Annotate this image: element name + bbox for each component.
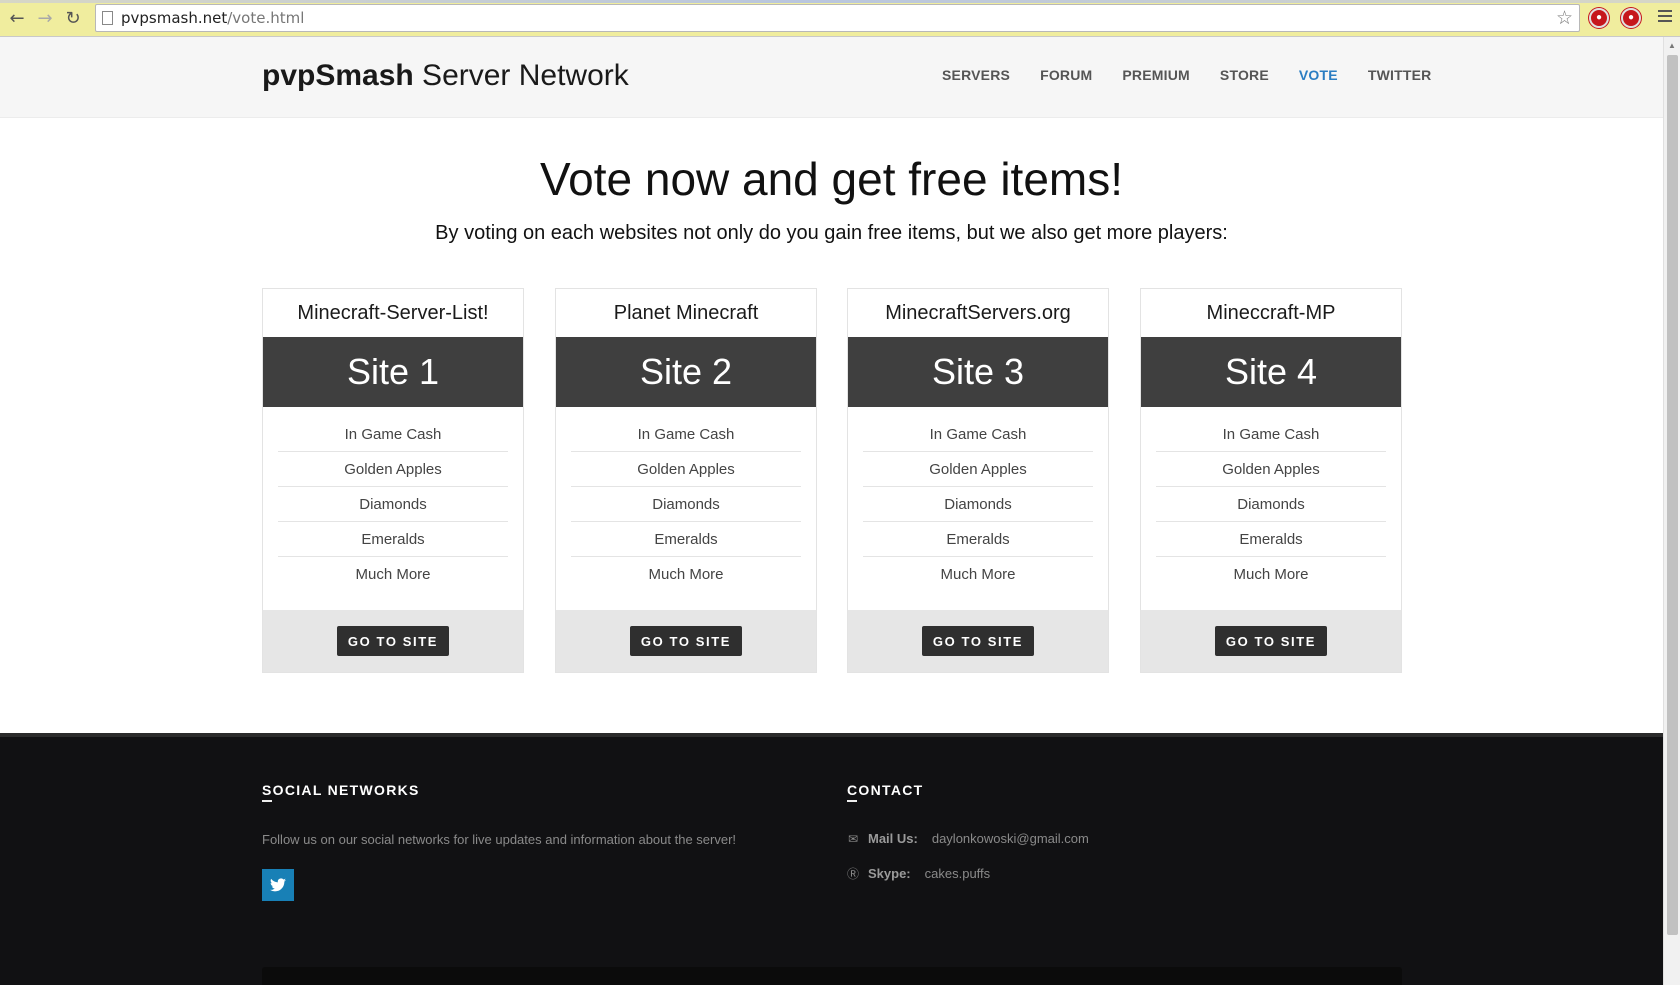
brand-rest: Server Network [413,59,629,92]
list-item: Emeralds [278,522,508,557]
social-heading: SOCIAL NETWORKS [262,782,736,802]
bookmark-star-icon[interactable]: ☆ [1556,7,1573,29]
card-reward-list: In Game Cash Golden Apples Diamonds Emer… [556,407,816,592]
browser-menu-icon[interactable] [1658,10,1672,24]
page-title: Vote now and get free items! [539,153,1124,205]
back-arrow-icon[interactable]: ← [3,4,31,32]
list-item: Golden Apples [571,452,801,487]
card-reward-list: In Game Cash Golden Apples Diamonds Emer… [263,407,523,592]
contact-heading: CONTACT [847,782,1089,802]
vote-card-4: Mineccraft-MP Site 4 In Game Cash Golden… [1140,288,1402,673]
card-site-number: Site 2 [556,337,816,407]
list-item: Golden Apples [278,452,508,487]
extension-block-icon-2[interactable]: ● [1621,8,1641,28]
list-item: Diamonds [863,487,1093,522]
list-item: In Game Cash [571,417,801,452]
card-footer: GO TO SITE [263,610,523,672]
site-brand[interactable]: pvpSmash Server Network [262,59,629,93]
list-item: Diamonds [1156,487,1386,522]
page-scrollbar[interactable]: ▲ [1663,37,1680,985]
reload-icon[interactable]: ↻ [59,4,87,32]
brand-bold: pvpSmash [262,59,414,92]
scroll-thumb[interactable] [1667,55,1678,935]
card-site-number: Site 3 [848,337,1108,407]
vote-card-1: Minecraft-Server-List! Site 1 In Game Ca… [262,288,524,673]
twitter-button[interactable] [262,869,294,901]
footer-bottom-bar [262,967,1402,985]
browser-toolbar: ← → ↻ pvpsmash.net/vote.html ☆ ● ● [0,0,1680,37]
list-item: In Game Cash [1156,417,1386,452]
nav-store[interactable]: STORE [1220,67,1269,83]
vote-card-2: Planet Minecraft Site 2 In Game Cash Gol… [555,288,817,673]
go-to-site-button[interactable]: GO TO SITE [337,626,449,656]
page-subtitle: By voting on each websites not only do y… [435,222,1228,244]
scroll-up-arrow-icon[interactable]: ▲ [1668,41,1676,50]
url-host: pvpsmash.net [121,9,228,27]
url-path: /vote.html [227,9,305,27]
list-item: Diamonds [278,487,508,522]
nav-forum[interactable]: FORUM [1040,67,1092,83]
skype-label: Skype: [868,866,911,881]
card-site-name: Minecraft-Server-List! [297,302,489,324]
twitter-icon [270,878,286,892]
skype-icon: Ⓡ [847,867,860,881]
list-item: Diamonds [571,487,801,522]
page-icon [102,11,113,25]
card-reward-list: In Game Cash Golden Apples Diamonds Emer… [848,407,1108,592]
window-top-strip [0,0,1680,3]
nav-twitter[interactable]: TWITTER [1368,67,1432,83]
list-item: Much More [1233,566,1309,583]
extension-block-icon[interactable]: ● [1589,8,1609,28]
card-footer: GO TO SITE [1141,610,1401,672]
vote-card-3: MinecraftServers.org Site 3 In Game Cash… [847,288,1109,673]
site-footer: SOCIAL NETWORKS Follow us on our social … [0,733,1663,985]
nav-vote[interactable]: VOTE [1299,67,1338,83]
vote-cards: Minecraft-Server-List! Site 1 In Game Ca… [262,288,1402,673]
list-item: Emeralds [863,522,1093,557]
nav-premium[interactable]: PREMIUM [1122,67,1190,83]
go-to-site-button[interactable]: GO TO SITE [1215,626,1327,656]
list-item: In Game Cash [278,417,508,452]
envelope-icon: ✉ [847,831,859,846]
card-reward-list: In Game Cash Golden Apples Diamonds Emer… [1141,407,1401,592]
nav-servers[interactable]: SERVERS [942,67,1010,83]
card-site-name: MinecraftServers.org [885,302,1071,324]
list-item: In Game Cash [863,417,1093,452]
card-site-name: Planet Minecraft [613,302,759,324]
contact-skype-row: Ⓡ Skype: cakes.puffs [847,865,1089,882]
forward-arrow-icon[interactable]: → [31,4,59,32]
main-nav: SERVERS FORUM PREMIUM STORE VOTE TWITTER [942,67,1461,83]
card-site-number: Site 4 [1141,337,1401,407]
list-item: Much More [648,566,724,583]
list-item: Golden Apples [1156,452,1386,487]
card-footer: GO TO SITE [848,610,1108,672]
list-item: Much More [940,566,1016,583]
card-site-name: Mineccraft-MP [1206,302,1336,324]
card-site-number: Site 1 [263,337,523,407]
mail-value[interactable]: daylonkowoski@gmail.com [932,831,1089,846]
contact-mail-row: ✉ Mail Us: daylonkowoski@gmail.com [847,831,1089,846]
mail-label: Mail Us: [868,831,918,846]
contact-section: CONTACT ✉ Mail Us: daylonkowoski@gmail.c… [847,782,1089,882]
card-footer: GO TO SITE [556,610,816,672]
site-header: pvpSmash Server Network SERVERS FORUM PR… [0,37,1663,118]
list-item: Golden Apples [863,452,1093,487]
list-item: Much More [355,566,431,583]
social-text: Follow us on our social networks for liv… [262,832,737,847]
go-to-site-button[interactable]: GO TO SITE [630,626,742,656]
social-networks-section: SOCIAL NETWORKS Follow us on our social … [262,782,736,901]
skype-value[interactable]: cakes.puffs [925,866,991,881]
list-item: Emeralds [571,522,801,557]
go-to-site-button[interactable]: GO TO SITE [922,626,1034,656]
list-item: Emeralds [1156,522,1386,557]
address-bar[interactable]: pvpsmash.net/vote.html ☆ [95,4,1580,32]
